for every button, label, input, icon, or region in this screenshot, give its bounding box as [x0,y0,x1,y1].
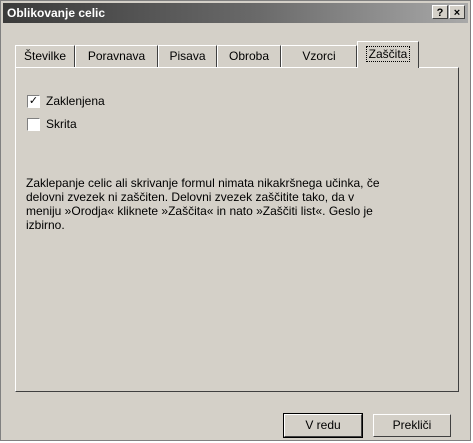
hidden-checkbox[interactable] [27,118,40,131]
close-button[interactable]: × [449,5,465,19]
locked-label[interactable]: Zaklenjena [46,94,105,108]
tab-stevilke[interactable]: Številke [15,45,75,67]
tab-pisava[interactable]: Pisava [158,45,217,67]
dialog-title: Oblikovanje celic [7,6,106,20]
tab-obroba[interactable]: Obroba [217,45,281,67]
cancel-button[interactable]: Prekliči [373,414,451,437]
format-cells-dialog: Oblikovanje celic ? × Številke Poravnava… [0,0,471,441]
protection-info-text: Zaklepanje celic ali skrivanje formul ni… [26,176,380,232]
locked-checkbox[interactable]: ✓ [27,95,40,108]
ok-button[interactable]: V redu [283,413,363,438]
help-button[interactable]: ? [432,5,448,19]
checkmark-icon: ✓ [28,95,39,107]
close-icon: × [453,7,461,19]
tab-zascita[interactable]: Zaščita [357,41,419,68]
tab-vzorci[interactable]: Vzorci [281,45,357,67]
hidden-label[interactable]: Skrita [46,117,77,131]
title-bar[interactable]: Oblikovanje celic ? × [3,3,468,23]
tab-zascita-label: Zaščita [365,46,411,62]
tab-poravnava[interactable]: Poravnava [75,45,158,67]
protection-panel: ✓ Zaklenjena Skrita Zaklepanje celic ali… [15,67,459,392]
